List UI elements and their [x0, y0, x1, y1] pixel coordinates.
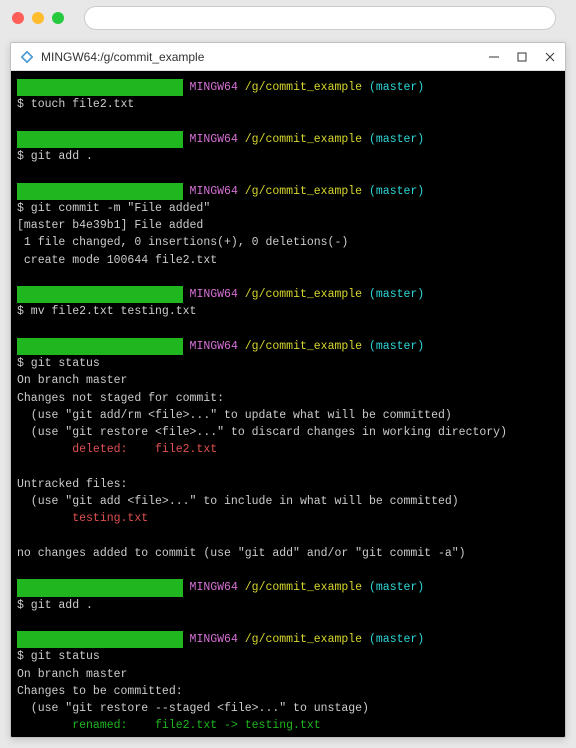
deleted-file-line: deleted: file2.txt [17, 441, 559, 458]
command-line: $ git commit -m "File added" [17, 200, 559, 217]
git-branch: (master) [369, 81, 424, 94]
output-line: 1 file changed, 0 insertions(+), 0 delet… [17, 234, 559, 251]
blank-line [17, 735, 559, 738]
git-branch: (master) [369, 340, 424, 353]
prompt-line: MINGW64 /g/commit_example (master) [17, 338, 559, 355]
output-line: On branch master [17, 372, 559, 389]
command-line: $ git status [17, 355, 559, 372]
shell-host: MINGW64 [190, 133, 238, 146]
command-line: $ mv file2.txt testing.txt [17, 303, 559, 320]
prompt-line: MINGW64 /g/commit_example (master) [17, 183, 559, 200]
output-line: On branch master [17, 666, 559, 683]
command-line: $ touch file2.txt [17, 96, 559, 113]
blank-line [17, 165, 559, 182]
output-line: (use "git restore --staged <file>..." to… [17, 700, 559, 717]
terminal-body[interactable]: MINGW64 /g/commit_example (master)$ touc… [11, 71, 565, 737]
output-line: Changes not staged for commit: [17, 390, 559, 407]
output-line: create mode 100644 file2.txt [17, 252, 559, 269]
git-branch: (master) [369, 633, 424, 646]
shell-host: MINGW64 [190, 288, 238, 301]
shell-host: MINGW64 [190, 633, 238, 646]
command-line: $ git add . [17, 597, 559, 614]
maximize-button-mac[interactable] [52, 12, 64, 24]
minimize-button[interactable] [487, 50, 501, 64]
prompt-line: MINGW64 /g/commit_example (master) [17, 131, 559, 148]
blank-line [17, 528, 559, 545]
cwd-path: /g/commit_example [245, 133, 362, 146]
user-host-redacted [17, 338, 183, 355]
close-button[interactable] [543, 50, 557, 64]
output-line: (use "git add/rm <file>..." to update wh… [17, 407, 559, 424]
shell-host: MINGW64 [190, 340, 238, 353]
shell-host: MINGW64 [190, 81, 238, 94]
cwd-path: /g/commit_example [245, 288, 362, 301]
terminal-window: MINGW64:/g/commit_example MINGW64 /g/com… [10, 42, 566, 738]
blank-line [17, 614, 559, 631]
cwd-path: /g/commit_example [245, 81, 362, 94]
user-host-redacted [17, 131, 183, 148]
output-line: no changes added to commit (use "git add… [17, 545, 559, 562]
prompt-line: MINGW64 /g/commit_example (master) [17, 79, 559, 96]
blank-line [17, 459, 559, 476]
user-host-redacted [17, 579, 183, 596]
window-controls-mac [12, 12, 64, 24]
output-line: Changes to be committed: [17, 683, 559, 700]
renamed-file-line: renamed: file2.txt -> testing.txt [17, 717, 559, 734]
blank-line [17, 321, 559, 338]
git-branch: (master) [369, 581, 424, 594]
command-line: $ git status [17, 648, 559, 665]
user-host-redacted [17, 631, 183, 648]
cwd-path: /g/commit_example [245, 185, 362, 198]
output-line: (use "git restore <file>..." to discard … [17, 424, 559, 441]
app-icon [19, 49, 35, 65]
blank-line [17, 114, 559, 131]
minimize-button-mac[interactable] [32, 12, 44, 24]
titlebar: MINGW64:/g/commit_example [11, 43, 565, 71]
shell-host: MINGW64 [190, 581, 238, 594]
user-host-redacted [17, 286, 183, 303]
prompt-line: MINGW64 /g/commit_example (master) [17, 579, 559, 596]
browser-chrome [0, 0, 576, 36]
window-title: MINGW64:/g/commit_example [41, 50, 487, 64]
output-line: [master b4e39b1] File added [17, 217, 559, 234]
git-branch: (master) [369, 133, 424, 146]
blank-line [17, 269, 559, 286]
git-branch: (master) [369, 185, 424, 198]
maximize-button[interactable] [515, 50, 529, 64]
user-host-redacted [17, 183, 183, 200]
output-line: Untracked files: [17, 476, 559, 493]
window-controls-win [487, 50, 557, 64]
prompt-line: MINGW64 /g/commit_example (master) [17, 286, 559, 303]
cwd-path: /g/commit_example [245, 581, 362, 594]
blank-line [17, 562, 559, 579]
user-host-redacted [17, 79, 183, 96]
untracked-file-line: testing.txt [17, 510, 559, 527]
cwd-path: /g/commit_example [245, 633, 362, 646]
cwd-path: /g/commit_example [245, 340, 362, 353]
command-line: $ git add . [17, 148, 559, 165]
output-line: (use "git add <file>..." to include in w… [17, 493, 559, 510]
git-branch: (master) [369, 288, 424, 301]
browser-window: MINGW64:/g/commit_example MINGW64 /g/com… [0, 0, 576, 748]
shell-host: MINGW64 [190, 185, 238, 198]
address-bar[interactable] [84, 6, 556, 30]
close-button-mac[interactable] [12, 12, 24, 24]
prompt-line: MINGW64 /g/commit_example (master) [17, 631, 559, 648]
